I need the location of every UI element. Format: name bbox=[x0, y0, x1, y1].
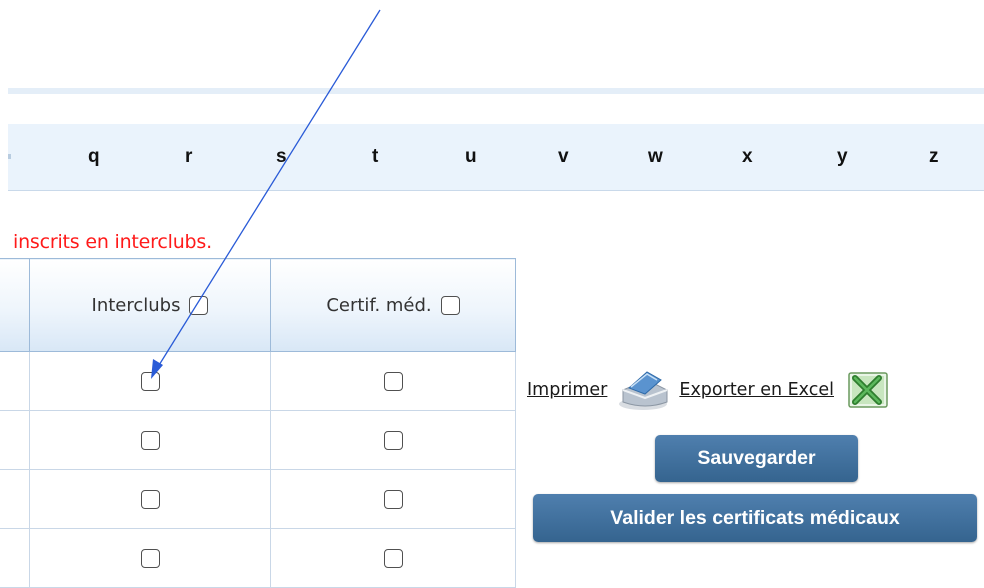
letter-x[interactable]: x bbox=[742, 146, 753, 168]
printer-icon[interactable] bbox=[617, 368, 673, 412]
letter-v[interactable]: v bbox=[558, 146, 569, 168]
letter-r[interactable]: r bbox=[185, 146, 192, 168]
letter-y[interactable]: y bbox=[837, 146, 848, 168]
letter-u[interactable]: u bbox=[465, 146, 477, 168]
interclubs-checkbox[interactable] bbox=[140, 431, 160, 450]
certif-header-label: Certif. méd. bbox=[326, 294, 432, 316]
interclubs-select-all-checkbox[interactable] bbox=[189, 295, 209, 315]
table-cell-interclubs bbox=[29, 351, 271, 411]
table-cell-previous bbox=[0, 528, 30, 588]
table-row bbox=[0, 351, 516, 411]
table-row bbox=[0, 469, 516, 529]
table-cell-interclubs bbox=[29, 528, 271, 588]
letter-s[interactable]: s bbox=[276, 146, 287, 168]
interclubs-checkbox[interactable] bbox=[140, 372, 160, 391]
table-cell-certif bbox=[270, 410, 516, 470]
letter-w[interactable]: w bbox=[648, 146, 663, 168]
certif-checkbox[interactable] bbox=[383, 431, 403, 450]
excel-icon[interactable] bbox=[848, 372, 888, 408]
certif-select-all-checkbox[interactable] bbox=[440, 295, 460, 315]
table-header-row: Interclubs Certif. méd. bbox=[0, 258, 516, 352]
letter-t[interactable]: t bbox=[372, 146, 378, 168]
table-actions: Imprimer Exporter en Excel bbox=[527, 368, 888, 412]
table-row bbox=[0, 410, 516, 470]
column-header-interclubs: Interclubs bbox=[29, 258, 271, 352]
table-cell-certif bbox=[270, 469, 516, 529]
letter-z[interactable]: z bbox=[929, 146, 939, 168]
table-row bbox=[0, 528, 516, 588]
certif-checkbox[interactable] bbox=[383, 549, 403, 568]
table-cell-previous bbox=[0, 351, 30, 411]
certif-checkbox[interactable] bbox=[383, 372, 403, 391]
save-button[interactable]: Sauvegarder bbox=[655, 435, 858, 482]
export-excel-link[interactable]: Exporter en Excel bbox=[679, 380, 834, 400]
column-header-previous bbox=[0, 258, 30, 352]
table-cell-previous bbox=[0, 410, 30, 470]
alphabet-bar-edge bbox=[8, 154, 11, 159]
validate-certificates-button[interactable]: Valider les certificats médicaux bbox=[533, 494, 977, 542]
interclubs-notice: inscrits en interclubs. bbox=[13, 231, 212, 253]
members-table: Interclubs Certif. méd. bbox=[0, 258, 516, 588]
table-cell-certif bbox=[270, 528, 516, 588]
letter-q[interactable]: q bbox=[88, 146, 100, 168]
interclubs-checkbox[interactable] bbox=[140, 549, 160, 568]
table-cell-certif bbox=[270, 351, 516, 411]
table-cell-interclubs bbox=[29, 410, 271, 470]
print-link[interactable]: Imprimer bbox=[527, 380, 607, 400]
top-separator bbox=[8, 88, 984, 94]
interclubs-header-label: Interclubs bbox=[91, 294, 181, 316]
interclubs-checkbox[interactable] bbox=[140, 490, 160, 509]
certif-checkbox[interactable] bbox=[383, 490, 403, 509]
table-cell-interclubs bbox=[29, 469, 271, 529]
alphabet-filter-bar: q r s t u v w x y z bbox=[8, 124, 984, 191]
column-header-certif: Certif. méd. bbox=[270, 258, 516, 352]
table-cell-previous bbox=[0, 469, 30, 529]
